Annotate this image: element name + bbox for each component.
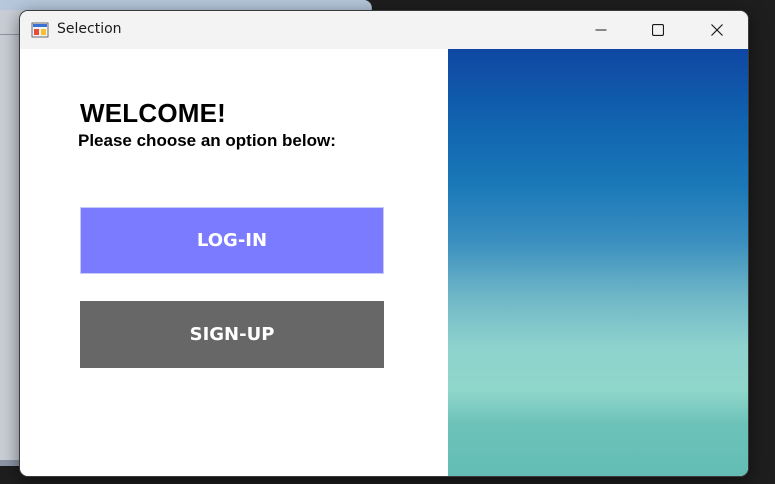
maximize-icon	[652, 24, 664, 36]
signup-button-label: SIGN-UP	[189, 324, 275, 345]
login-button[interactable]: LOG-IN	[80, 207, 384, 274]
title-bar[interactable]: Selection	[20, 11, 748, 49]
close-button[interactable]	[694, 11, 740, 49]
login-button-label: LOG-IN	[196, 230, 268, 251]
instruction-text: Please choose an option below:	[78, 131, 336, 150]
app-icon[interactable]	[31, 21, 49, 39]
maximize-button[interactable]	[635, 11, 681, 49]
minimize-button[interactable]	[578, 11, 624, 49]
window-title: Selection	[57, 21, 122, 37]
close-icon	[711, 24, 723, 36]
minimize-icon	[595, 29, 607, 31]
signup-button[interactable]: SIGN-UP	[80, 301, 384, 368]
background-window-statusbar	[0, 460, 20, 466]
selection-panel: WELCOME! Please choose an option below: …	[20, 49, 448, 476]
background-window-titlebar	[0, 0, 371, 10]
background-window-divider	[0, 34, 20, 35]
gradient-side-panel	[448, 49, 748, 476]
selection-window: Selection WELCOME! Please choose an opti…	[20, 11, 748, 476]
welcome-heading: WELCOME!	[80, 98, 227, 128]
